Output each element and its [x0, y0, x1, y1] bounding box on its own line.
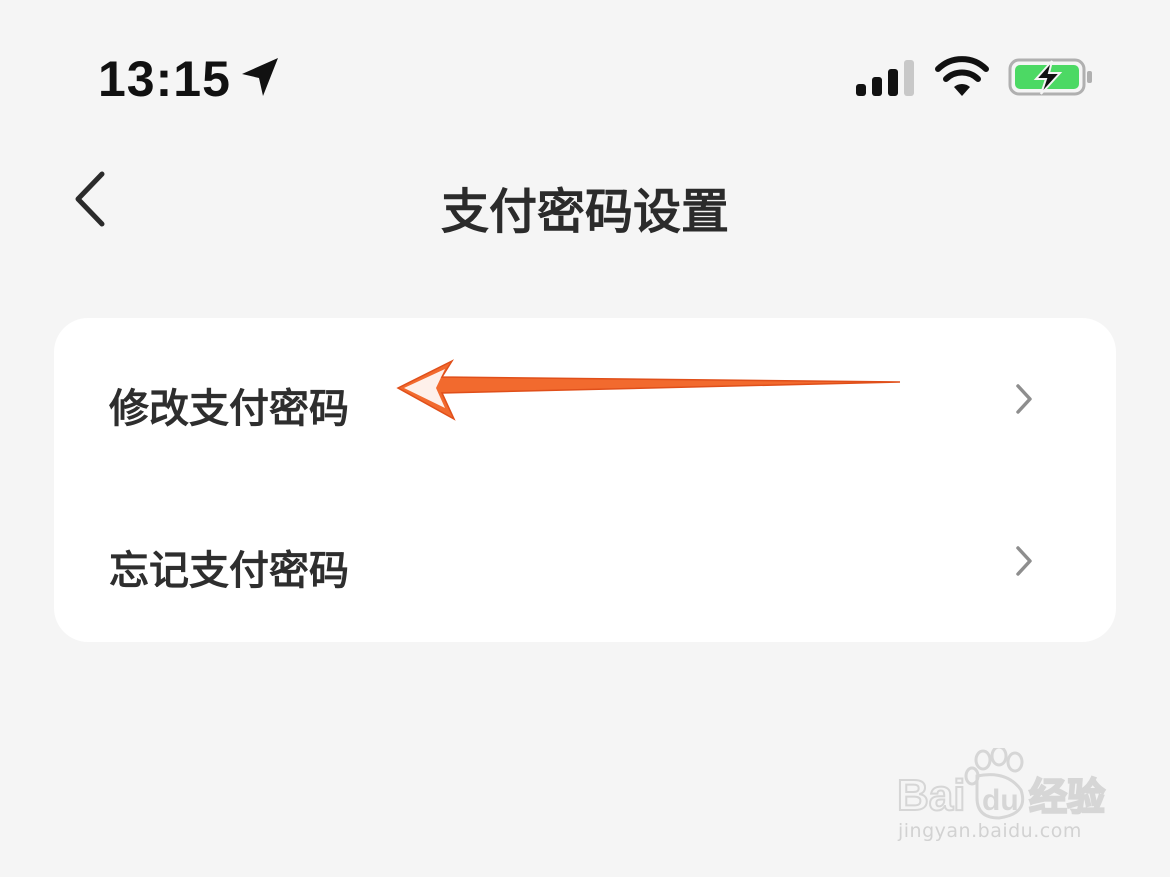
- watermark-url: jingyan.baidu.com: [898, 820, 1082, 842]
- svg-text:Bai: Bai: [897, 771, 965, 820]
- location-arrow-icon: [242, 58, 278, 96]
- svg-text:经验: 经验: [1029, 775, 1105, 819]
- annotation-arrow: [396, 359, 901, 421]
- menu-item-label: 忘记支付密码: [109, 548, 349, 594]
- menu-item-forgot-password[interactable]: 忘记支付密码: [54, 480, 1116, 642]
- svg-text:du: du: [982, 784, 1019, 817]
- cellular-signal-icon: [856, 60, 914, 96]
- status-bar: 13:15: [0, 0, 1170, 150]
- menu-item-label: 修改支付密码: [109, 386, 349, 432]
- wifi-icon: [935, 56, 989, 96]
- chevron-right-icon: [1016, 384, 1032, 414]
- chevron-right-icon: [1016, 546, 1032, 576]
- battery-charging-icon: [1008, 58, 1092, 96]
- phone-screen: 13:15 支付密码设置 修改支付密码 忘记支付密码 Bai du 经验 jin…: [0, 0, 1170, 877]
- navigation-bar: 支付密码设置: [0, 150, 1170, 250]
- page-title: 支付密码设置: [440, 184, 729, 240]
- status-time: 13:15: [98, 51, 231, 107]
